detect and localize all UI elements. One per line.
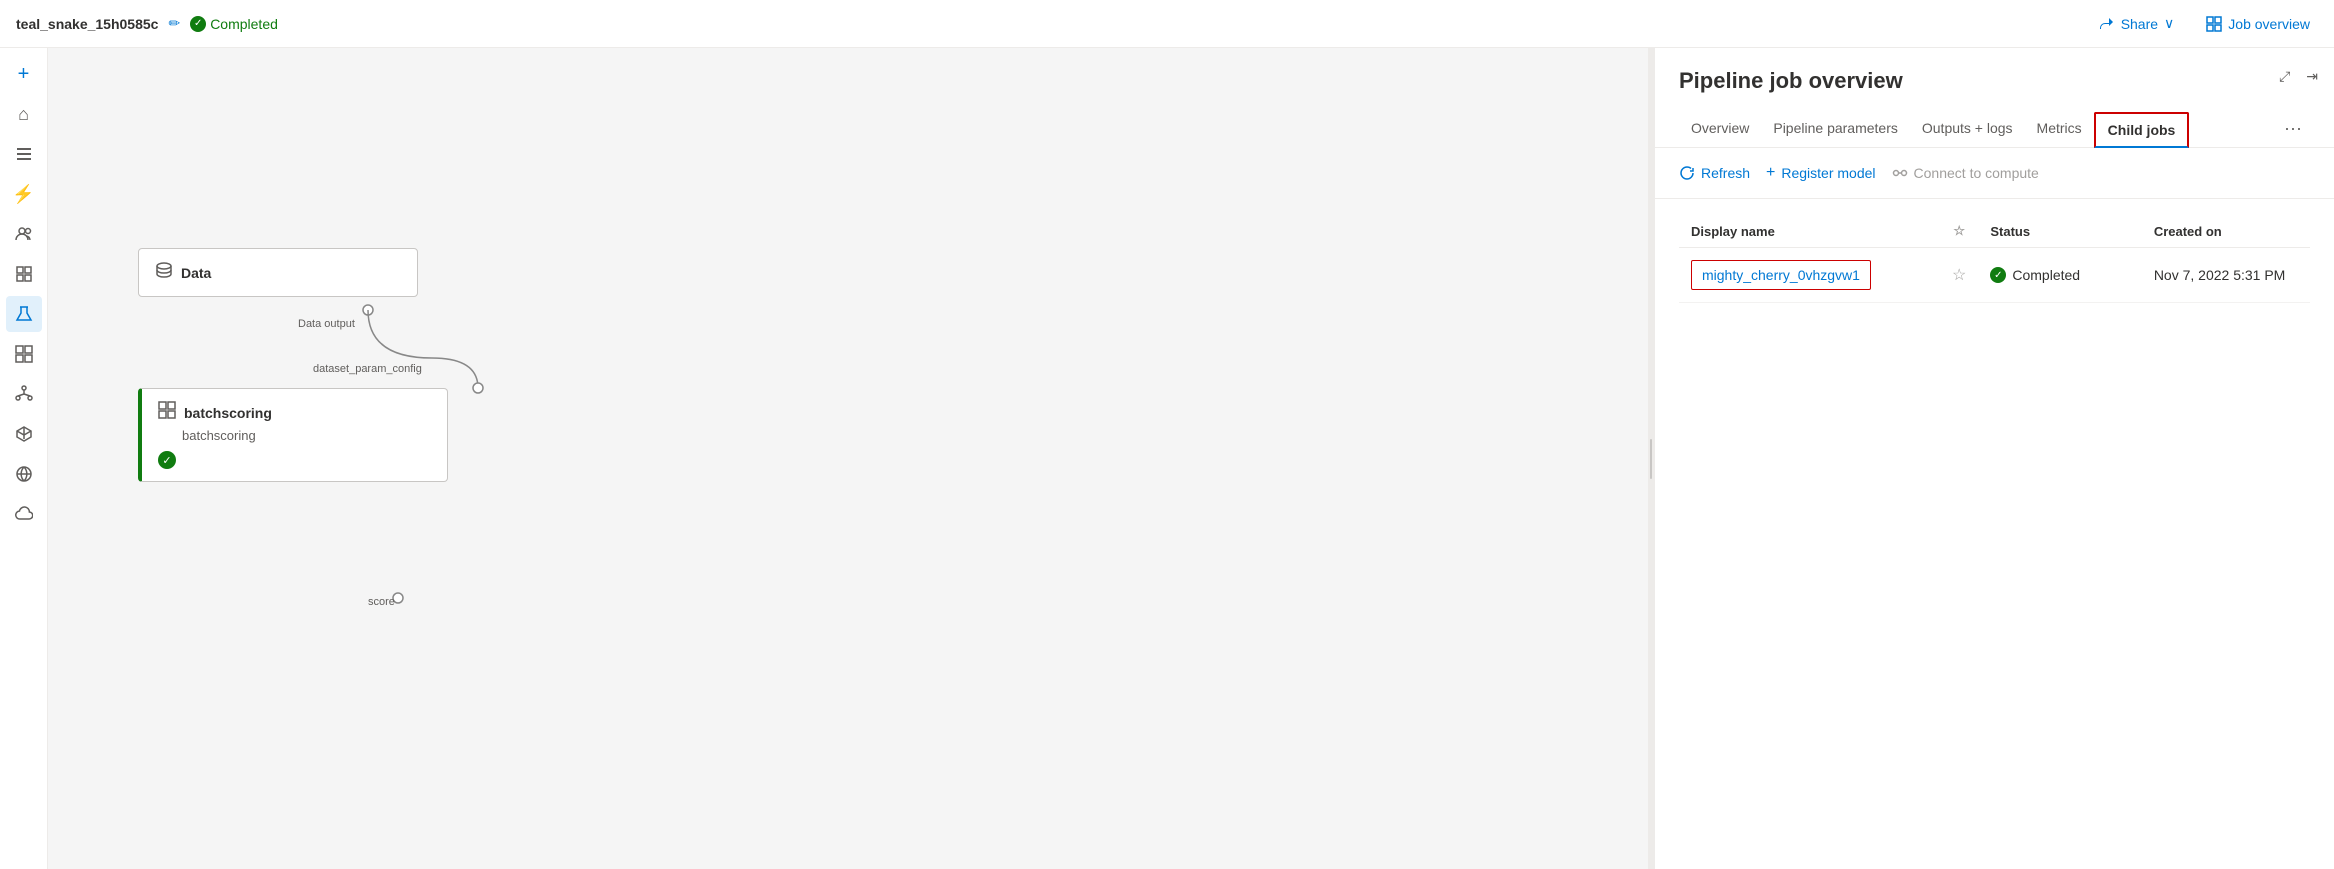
- status-label: Completed: [210, 16, 278, 32]
- sidebar-item-cube[interactable]: [6, 456, 42, 492]
- data-node-label: Data: [181, 265, 211, 281]
- panel-content: Display name ☆ Status Created on mighty_…: [1655, 199, 2334, 869]
- tab-child-jobs[interactable]: Child jobs: [2094, 112, 2190, 148]
- panel-divider[interactable]: [1648, 48, 1654, 869]
- col-created-on: Created on: [2142, 215, 2310, 248]
- status-badge: ✓ Completed: [190, 16, 278, 32]
- share-icon: [2099, 16, 2115, 32]
- data-node[interactable]: Data: [138, 248, 418, 297]
- sidebar-item-lightning[interactable]: ⚡: [6, 176, 42, 212]
- row-status-label: Completed: [2012, 267, 2080, 283]
- sidebar-item-cloud[interactable]: [6, 496, 42, 532]
- row-created-on: Nov 7, 2022 5:31 PM: [2142, 248, 2310, 303]
- batchscoring-status-icon: ✓: [158, 451, 176, 469]
- batchscoring-icon: [158, 401, 176, 424]
- sidebar-item-list[interactable]: [6, 136, 42, 172]
- col-star-header: ☆: [1940, 215, 1978, 248]
- sidebar-item-modules[interactable]: [6, 336, 42, 372]
- dataset-param-label: dataset_param_config: [313, 363, 422, 375]
- status-check-icon: ✓: [190, 16, 206, 32]
- jobs-table: Display name ☆ Status Created on mighty_…: [1679, 215, 2310, 303]
- row-star-icon[interactable]: ☆: [1952, 267, 1966, 284]
- batchscoring-title: batchscoring: [184, 405, 272, 421]
- sidebar-item-flask[interactable]: [6, 296, 42, 332]
- star-header-icon: ☆: [1953, 223, 1965, 238]
- main-layout: + ⌂ ⚡: [0, 48, 2334, 869]
- tab-pipeline-parameters[interactable]: Pipeline parameters: [1761, 112, 1910, 146]
- table-row: mighty_cherry_0vhzgvw1 ☆ ✓ Completed Nov…: [1679, 248, 2310, 303]
- sidebar-item-add[interactable]: +: [6, 56, 42, 92]
- edit-icon[interactable]: ✏: [168, 15, 180, 32]
- refresh-icon: [1679, 165, 1695, 181]
- sidebar-item-box[interactable]: [6, 416, 42, 452]
- refresh-label: Refresh: [1701, 165, 1750, 181]
- panel-header: Pipeline job overview ⤢ ⇥: [1655, 48, 2334, 110]
- sidebar-expand-icon[interactable]: ⇥: [2302, 64, 2322, 89]
- batchscoring-subtitle: batchscoring: [182, 428, 431, 443]
- sidebar-item-grid[interactable]: [6, 256, 42, 292]
- row-status-check-icon: ✓: [1990, 267, 2006, 283]
- register-label: Register model: [1781, 165, 1875, 181]
- sidebar-item-tree[interactable]: [6, 376, 42, 412]
- connect-label: Connect to compute: [1914, 165, 2039, 181]
- batchscoring-header: batchscoring: [158, 401, 431, 424]
- sidebar-item-people[interactable]: [6, 216, 42, 252]
- refresh-button[interactable]: Refresh: [1679, 161, 1750, 185]
- panel-toolbar: Refresh + Register model Connect to comp…: [1655, 148, 2334, 199]
- register-icon: +: [1766, 164, 1775, 182]
- panel-tabs: Overview Pipeline parameters Outputs + l…: [1655, 110, 2334, 148]
- sidebar: + ⌂ ⚡: [0, 48, 48, 869]
- data-node-icon: [155, 261, 173, 284]
- data-output-label: Data output: [298, 318, 355, 330]
- panel-title: Pipeline job overview: [1679, 68, 2310, 94]
- tab-metrics[interactable]: Metrics: [2025, 112, 2094, 146]
- col-display-name: Display name: [1679, 215, 1940, 248]
- topbar: teal_snake_15h0585c ✏ ✓ Completed Share …: [0, 0, 2334, 48]
- job-overview-button[interactable]: Job overview: [2198, 12, 2318, 36]
- share-button[interactable]: Share ∨: [2091, 11, 2183, 36]
- topbar-actions: Share ∨ Job overview: [2091, 11, 2318, 36]
- expand-icon[interactable]: ⤢: [2275, 64, 2294, 89]
- panel-header-icons: ⤢ ⇥: [2275, 64, 2322, 89]
- sidebar-item-home[interactable]: ⌂: [6, 96, 42, 132]
- row-status: ✓ Completed: [1990, 267, 2129, 283]
- tab-outputs-logs[interactable]: Outputs + logs: [1910, 112, 2025, 146]
- pipeline-canvas[interactable]: Data Data output dataset_param_config ba…: [48, 48, 1648, 869]
- batchscoring-node[interactable]: batchscoring batchscoring ✓: [138, 388, 448, 482]
- score-label: score: [368, 596, 395, 608]
- connect-icon: [1892, 165, 1908, 181]
- page-title: teal_snake_15h0585c: [16, 16, 158, 32]
- col-status: Status: [1978, 215, 2141, 248]
- tab-overview[interactable]: Overview: [1679, 112, 1761, 146]
- job-name-link[interactable]: mighty_cherry_0vhzgvw1: [1691, 260, 1871, 290]
- job-overview-icon: [2206, 16, 2222, 32]
- register-model-button[interactable]: + Register model: [1766, 160, 1876, 186]
- tab-more-button[interactable]: ···: [2276, 110, 2310, 147]
- connect-compute-button[interactable]: Connect to compute: [1892, 161, 2039, 185]
- right-panel: Pipeline job overview ⤢ ⇥ Overview Pipel…: [1654, 48, 2334, 869]
- share-chevron-icon: ∨: [2164, 15, 2174, 32]
